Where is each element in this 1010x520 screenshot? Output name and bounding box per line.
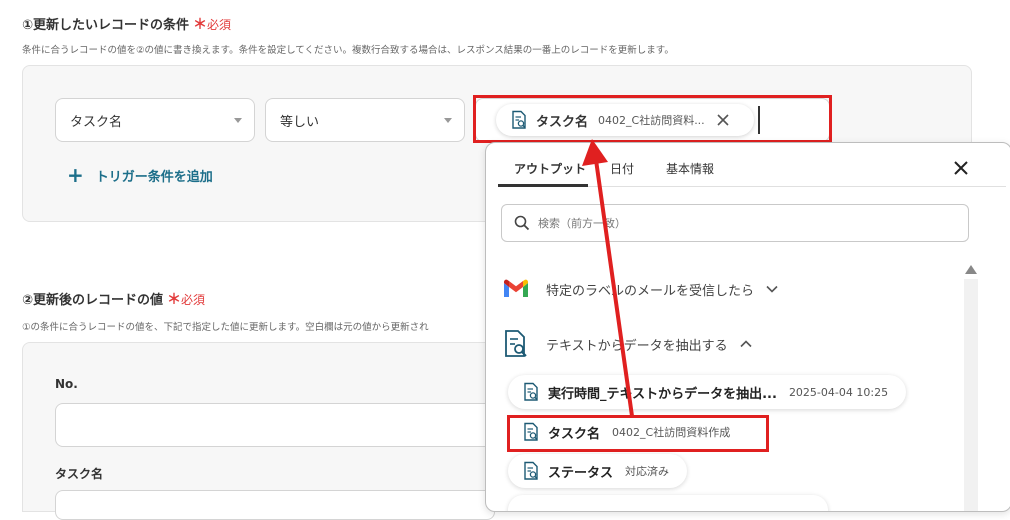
no-input[interactable] xyxy=(55,403,495,447)
group-title: テキストからデータを抽出する xyxy=(546,338,728,354)
plus-icon: + xyxy=(67,163,84,187)
group-title: 特定のラベルのメールを受信したら xyxy=(546,283,755,299)
tab-output[interactable]: アウトプット xyxy=(514,160,586,177)
output-item-status[interactable]: ステータス 対応済み xyxy=(508,454,688,488)
search-icon xyxy=(514,215,530,231)
chevron-up-icon xyxy=(740,340,752,348)
variable-picker-popup: アウトプット 日付 基本情報 検索（前方一致） 特定のラベルのメールを受信したら xyxy=(485,142,1010,512)
dropdown-caret-icon xyxy=(444,118,452,123)
close-icon[interactable] xyxy=(953,160,969,176)
gmail-icon xyxy=(504,279,528,297)
tab-date[interactable]: 日付 xyxy=(610,160,634,177)
field-label-no: No. xyxy=(55,377,78,391)
section2-description: ①の条件に合うレコードの値を、下記で指定した値に更新します。空白欄は元の値から更… xyxy=(22,322,429,333)
field-select[interactable]: タスク名 xyxy=(55,98,255,142)
highlight-box-item xyxy=(507,415,769,452)
group-gmail-trigger[interactable]: 特定のラベルのメールを受信したら xyxy=(502,278,778,300)
tab-basic-info[interactable]: 基本情報 xyxy=(666,160,714,177)
document-search-icon xyxy=(524,382,538,401)
search-input[interactable]: 検索（前方一致） xyxy=(501,204,969,242)
operator-select[interactable]: 等しい xyxy=(265,98,465,142)
document-search-icon xyxy=(505,330,527,357)
item-name: 実行時間_テキストからデータを抽出... xyxy=(548,386,777,402)
chevron-down-icon xyxy=(766,285,778,293)
highlight-box-value xyxy=(473,95,832,143)
item-value: 2025-04-04 10:25 xyxy=(788,385,889,399)
active-tab-indicator xyxy=(498,184,588,187)
required-badge: ＊必須 xyxy=(193,17,232,33)
item-value: 対応済み xyxy=(625,465,670,478)
search-placeholder: 検索（前方一致） xyxy=(538,217,626,230)
section1-description: 条件に合うレコードの値を②の値に書き換えます。条件を設定してください。複数行合致… xyxy=(22,45,674,56)
dropdown-caret-icon xyxy=(234,118,242,123)
scrollbar-track[interactable] xyxy=(964,279,978,511)
document-search-icon xyxy=(524,461,538,480)
section2-title: ②更新後のレコードの値 ＊必須 xyxy=(22,292,206,308)
scroll-up-arrow-icon[interactable] xyxy=(965,265,977,274)
field-label-task-name: タスク名 xyxy=(55,467,104,481)
add-condition-button[interactable]: + トリガー条件を追加 xyxy=(67,163,213,187)
output-item-partial[interactable] xyxy=(508,495,828,511)
section1-title: ①更新したいレコードの条件 ＊必須 xyxy=(22,17,232,33)
output-item-execution-time[interactable]: 実行時間_テキストからデータを抽出... 2025-04-04 10:25 xyxy=(508,375,907,409)
required-badge: ＊必須 xyxy=(167,292,206,308)
group-text-extract[interactable]: テキストからデータを抽出する xyxy=(502,329,752,359)
item-name: ステータス xyxy=(548,465,614,481)
task-name-input[interactable] xyxy=(55,490,495,520)
